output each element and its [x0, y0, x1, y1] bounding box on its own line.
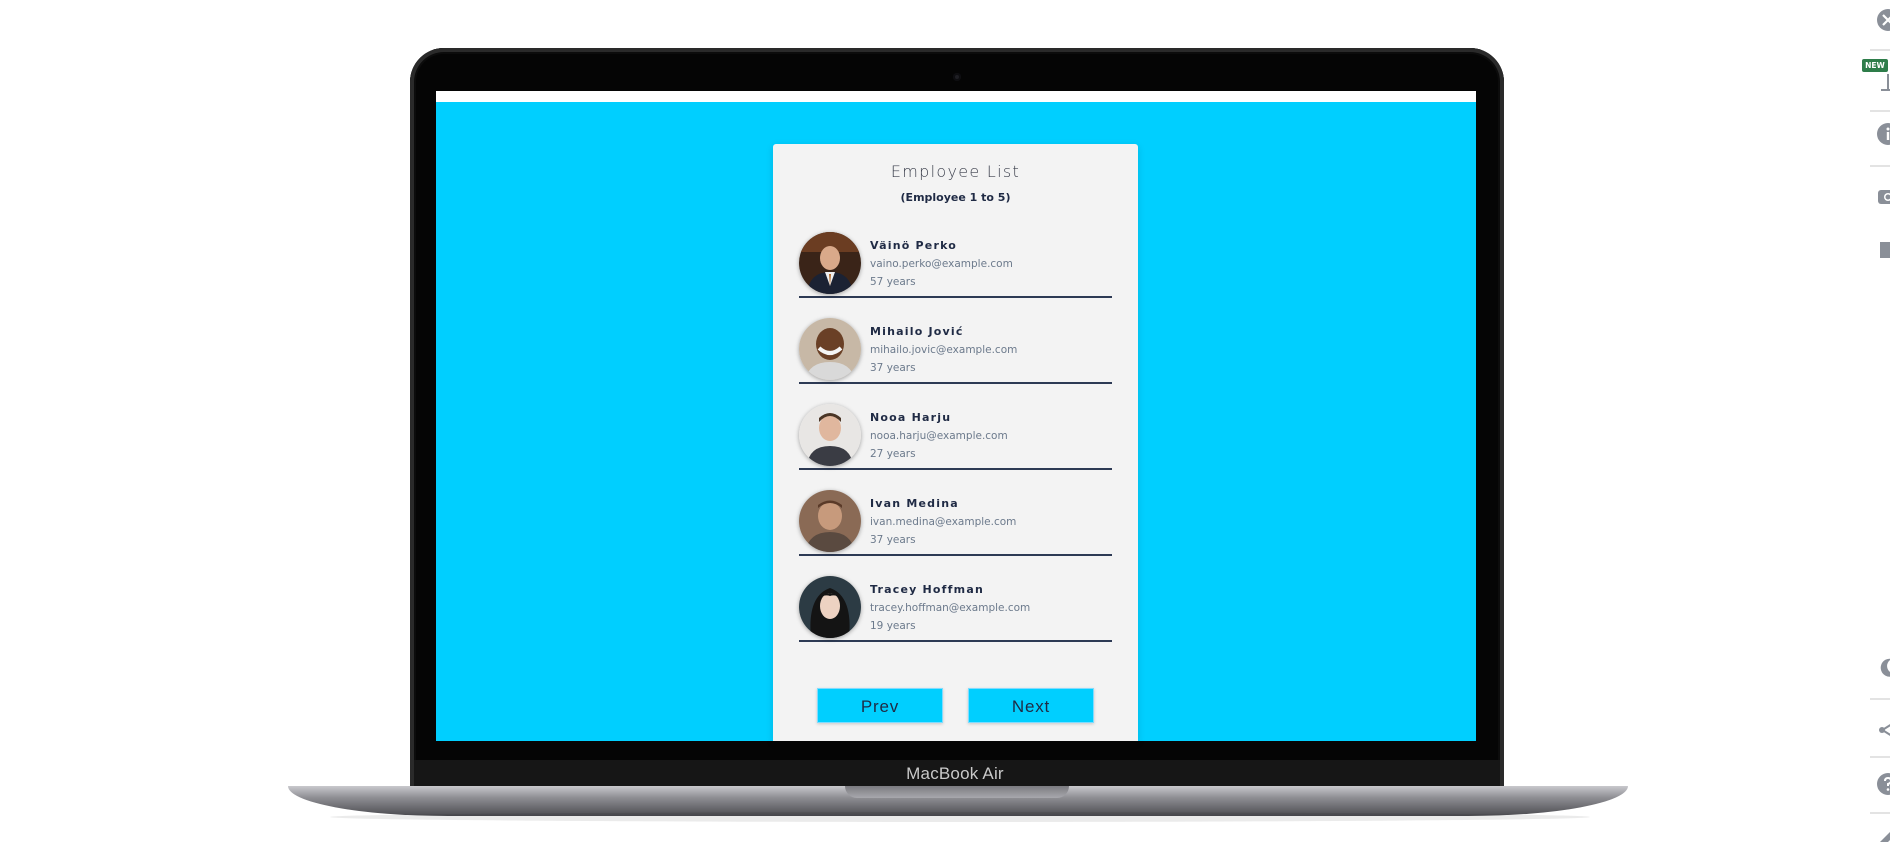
- toolbar-divider: [1870, 812, 1890, 814]
- close-icon[interactable]: [1876, 8, 1890, 32]
- avatar: [799, 318, 861, 380]
- employee-email: mihailo.jovic@example.com: [870, 344, 1018, 356]
- device-label: MacBook Air: [906, 764, 1004, 783]
- employee-name: Nooa Harju: [870, 411, 952, 424]
- employee-list: Väinö Perko vaino.perko@example.com 57 y…: [799, 232, 1112, 662]
- employee-name: Tracey Hoffman: [870, 583, 984, 596]
- employee-email: tracey.hoffman@example.com: [870, 602, 1031, 614]
- employee-name: Ivan Medina: [870, 497, 959, 510]
- employee-row: Ivan Medina ivan.medina@example.com 37 y…: [799, 490, 1112, 556]
- employee-row: Väinö Perko vaino.perko@example.com 57 y…: [799, 232, 1112, 298]
- employee-email: vaino.perko@example.com: [870, 258, 1013, 270]
- laptop-notch: [845, 786, 1069, 798]
- employee-email: nooa.harju@example.com: [870, 430, 1008, 442]
- employee-row: Tracey Hoffman tracey.hoffman@example.co…: [799, 576, 1112, 642]
- toolbar-divider: [1870, 49, 1890, 51]
- avatar: [799, 490, 861, 552]
- employee-age: 37 years: [870, 534, 916, 546]
- employee-age: 19 years: [870, 620, 916, 632]
- employee-name: Väinö Perko: [870, 239, 958, 252]
- card-title: Employee List: [890, 162, 1021, 181]
- employee-card: Employee List (Employee 1 to 5) Väinö Pe…: [773, 144, 1138, 741]
- employee-age: 57 years: [870, 276, 916, 288]
- employee-row: Mihailo Jović mihailo.jovic@example.com …: [799, 318, 1112, 384]
- employee-row: Nooa Harju nooa.harju@example.com 27 yea…: [799, 404, 1112, 470]
- employee-age: 37 years: [870, 362, 916, 374]
- toolbar-divider: [1870, 756, 1890, 758]
- employee-email: ivan.medina@example.com: [870, 516, 1017, 528]
- toolbar-divider: [1870, 110, 1890, 112]
- toolbar-divider: [1870, 698, 1890, 700]
- info-icon[interactable]: [1876, 122, 1890, 146]
- employee-age: 27 years: [870, 448, 916, 460]
- laptop-shadow: [330, 812, 1590, 822]
- avatar: [799, 232, 861, 294]
- moon-icon[interactable]: [1876, 656, 1890, 680]
- new-badge: NEW: [1862, 59, 1888, 72]
- camera-icon: [953, 73, 961, 81]
- stage: Employee List (Employee 1 to 5) Väinö Pe…: [0, 0, 1890, 842]
- presentation-icon[interactable]: [1876, 70, 1890, 94]
- employee-name: Mihailo Jović: [870, 325, 964, 338]
- avatar: [799, 404, 861, 466]
- next-button[interactable]: Next: [968, 688, 1094, 723]
- card-subtitle: (Employee 1 to 5): [900, 191, 1011, 204]
- share-icon[interactable]: [1876, 718, 1890, 742]
- toolbar-divider: [1870, 165, 1890, 167]
- edit-icon[interactable]: [1876, 826, 1890, 842]
- avatar: [799, 576, 861, 638]
- help-icon[interactable]: [1876, 772, 1890, 796]
- side-toolbar: [1862, 0, 1890, 842]
- prev-button[interactable]: Prev: [817, 688, 943, 723]
- camera-icon[interactable]: [1876, 184, 1890, 208]
- stop-icon[interactable]: [1876, 238, 1890, 262]
